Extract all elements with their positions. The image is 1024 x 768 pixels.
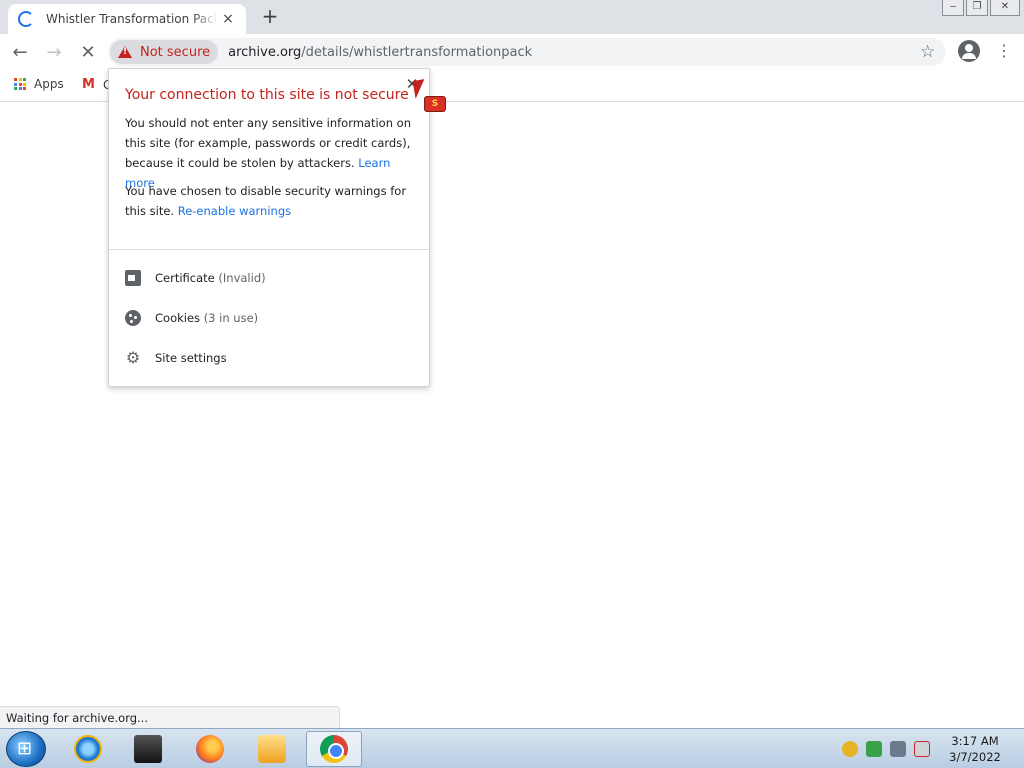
clock-date: 3/7/2022 [949, 750, 1001, 764]
reenable-warnings-link[interactable]: Re-enable warnings [178, 204, 291, 218]
window-controls: ‒ ❐ ✕ [942, 0, 1020, 16]
url-text[interactable]: archive.org/details/whistlertransformati… [228, 45, 532, 60]
tray-volume-muted-icon[interactable] [914, 741, 930, 757]
url-path: /details/whistlertransformationpack [301, 44, 533, 60]
minimize-button[interactable]: ‒ [942, 0, 964, 16]
new-tab-button[interactable]: + [259, 6, 281, 28]
back-button[interactable]: ← [6, 38, 34, 66]
system-clock[interactable]: 3:17 AM 3/7/2022 [940, 733, 1010, 765]
tab-close-button[interactable]: × [220, 11, 236, 27]
taskbar-internet-explorer[interactable] [60, 731, 116, 767]
bookmark-star-icon[interactable]: ☆ [920, 42, 935, 62]
taskbar-cm-app[interactable] [120, 731, 176, 767]
tray-notification-icon[interactable] [842, 741, 858, 757]
taskbar: 3:17 AM 3/7/2022 [0, 728, 1024, 768]
bookmark-apps-label: Apps [34, 77, 64, 91]
cookies-label: Cookies [155, 311, 201, 325]
apps-grid-dot [23, 78, 26, 81]
tray-security-icon[interactable] [866, 741, 882, 757]
firefox-icon [196, 735, 224, 763]
apps-grid-dot [23, 82, 26, 86]
cm-app-icon [134, 735, 162, 763]
apps-grid-dot [14, 82, 17, 86]
bookmark-apps[interactable]: Apps [14, 77, 64, 91]
browser-menu-button[interactable]: ⋮ [996, 43, 1012, 59]
url-host: archive.org [228, 44, 302, 60]
certificate-row[interactable]: Certificate (Invalid) [125, 270, 266, 286]
apps-grid-dot [23, 87, 26, 90]
apps-grid-dot [14, 87, 17, 90]
apps-grid-icon [14, 78, 26, 90]
stop-loading-button[interactable]: ✕ [74, 38, 102, 66]
cookies-row[interactable]: Cookies (3 in use) [125, 310, 258, 326]
popup-disabled-text: You have chosen to disable security warn… [125, 181, 417, 221]
taskbar-media-player[interactable] [244, 731, 300, 767]
internet-explorer-icon [74, 735, 102, 763]
popup-title: Your connection to this site is not secu… [125, 87, 409, 103]
profile-avatar-icon[interactable] [958, 40, 980, 62]
connection-info-popup: ✕ Your connection to this site is not se… [108, 68, 430, 387]
tray-network-icon[interactable] [890, 741, 906, 757]
apps-grid-dot [18, 87, 22, 90]
security-label: Not secure [140, 44, 211, 60]
popup-divider [109, 249, 429, 250]
taskbar-firefox[interactable] [182, 731, 238, 767]
chrome-icon [320, 735, 348, 763]
loading-spinner-icon [18, 11, 34, 27]
cookie-icon [125, 310, 141, 326]
site-settings-label: Site settings [155, 351, 227, 365]
media-player-icon [258, 735, 286, 763]
tab-title: Whistler Transformation Pack : Free Down… [46, 12, 218, 26]
start-button[interactable] [6, 731, 46, 767]
certificate-icon [125, 270, 141, 286]
certificate-label: Certificate [155, 271, 215, 285]
apps-grid-dot [14, 78, 17, 81]
site-settings-row[interactable]: ⚙ Site settings [125, 350, 227, 366]
browser-toolbar: ← → ✕ Not secure archive.org/details/whi… [0, 34, 1024, 70]
gmail-icon: M [82, 77, 95, 92]
certificate-status: (Invalid) [218, 271, 266, 285]
security-chip[interactable]: Not secure [110, 40, 219, 64]
gear-icon: ⚙ [125, 348, 141, 367]
apps-grid-dot [18, 78, 22, 81]
close-window-button[interactable]: ✕ [990, 0, 1020, 16]
maximize-button[interactable]: ❐ [966, 0, 988, 16]
warning-icon [118, 46, 132, 58]
clock-time: 3:17 AM [951, 734, 999, 748]
apps-grid-dot [18, 82, 22, 86]
tab-strip: Whistler Transformation Pack : Free Down… [0, 0, 1024, 34]
address-bar[interactable]: Not secure archive.org/details/whistlert… [108, 38, 946, 66]
cursor-badge-icon: S [424, 96, 446, 112]
status-bubble: Waiting for archive.org... [0, 706, 340, 728]
taskbar-chrome[interactable] [306, 731, 362, 767]
system-tray [842, 741, 930, 757]
forward-button[interactable]: → [40, 38, 68, 66]
cookies-count: (3 in use) [203, 311, 259, 325]
browser-tab[interactable]: Whistler Transformation Pack : Free Down… [8, 4, 246, 34]
